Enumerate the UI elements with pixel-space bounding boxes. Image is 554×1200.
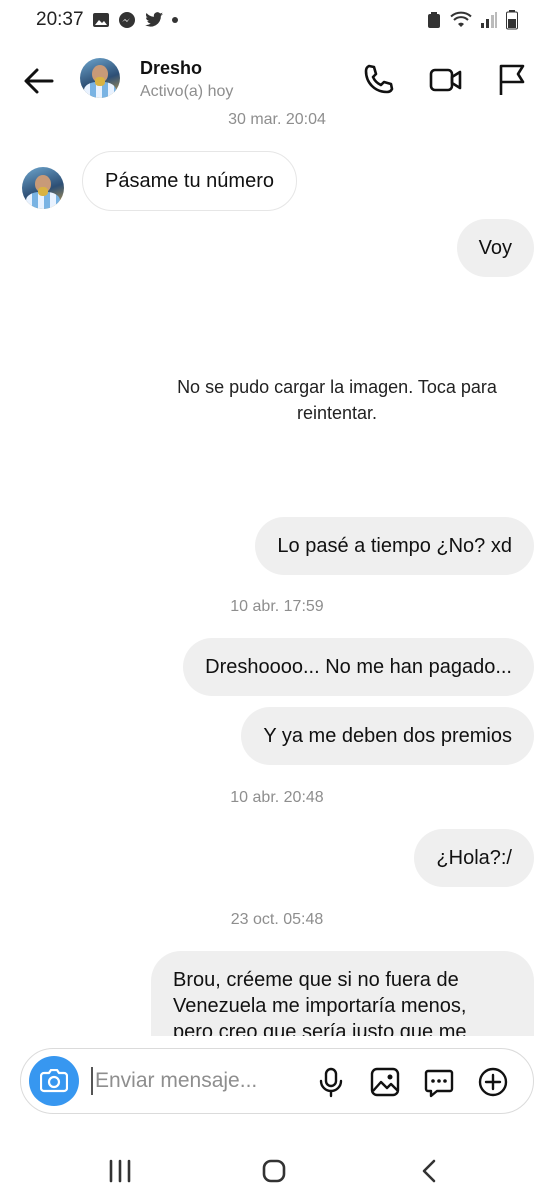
message-bubble-outgoing[interactable]: Voy [456, 219, 534, 277]
message-timestamp: 30 mar. 20:04 [228, 111, 326, 128]
back-nav-icon[interactable] [413, 1154, 447, 1188]
contact-status: Activo(a) hoy [140, 83, 234, 100]
microphone-icon[interactable] [315, 1066, 347, 1098]
notification-dot-icon [171, 17, 178, 23]
flag-icon[interactable] [494, 62, 530, 98]
camera-button[interactable] [29, 1056, 79, 1106]
recycle-icon [428, 12, 440, 28]
message-timestamp: 10 abr. 17:59 [230, 598, 324, 615]
add-icon[interactable] [477, 1066, 509, 1098]
back-arrow-icon[interactable] [22, 64, 56, 98]
message-list-clip: Brou, créeme que si no fuera de Venezuel… [0, 944, 554, 1036]
system-nav-bar [0, 1140, 554, 1200]
contact-avatar[interactable] [80, 58, 120, 98]
sender-avatar[interactable] [22, 167, 64, 209]
chat-header: Dresho Activo(a) hoy [0, 44, 554, 116]
message-timestamp: 10 abr. 20:48 [230, 789, 324, 806]
gallery-icon[interactable] [369, 1066, 401, 1098]
message-bubble-outgoing[interactable]: Lo pasé a tiempo ¿No? xd [255, 517, 534, 575]
message-bubble-incoming[interactable]: Pásame tu número [82, 151, 297, 211]
gallery-icon [92, 13, 109, 27]
twitter-icon [144, 12, 163, 27]
message-bubble-outgoing[interactable]: Dreshoooo... No me han pagado... [183, 638, 534, 696]
message-composer: Enviar mensaje... [20, 1048, 534, 1114]
contact-name[interactable]: Dresho [140, 58, 202, 79]
message-input[interactable]: Enviar mensaje... [91, 1067, 257, 1095]
message-bubble-outgoing[interactable]: Y ya me deben dos premios [241, 707, 534, 765]
messenger-icon [118, 12, 135, 28]
message-timestamp: 23 oct. 05:48 [230, 911, 324, 928]
video-call-icon[interactable] [428, 62, 464, 98]
status-bar: 20:37 [0, 0, 554, 40]
message-bubble-outgoing[interactable]: ¿Hola?:/ [414, 829, 534, 887]
signal-icon [481, 12, 497, 28]
camera-icon [40, 1069, 68, 1093]
recent-apps-icon[interactable] [103, 1154, 137, 1188]
status-time: 20:37 [36, 9, 84, 30]
image-load-error[interactable]: No se pudo cargar la imagen. Toca para r… [140, 374, 534, 426]
message-bubble-outgoing[interactable]: Brou, créeme que si no fuera de Venezuel… [151, 951, 534, 1036]
battery-icon [506, 10, 518, 30]
sticker-chat-icon[interactable] [423, 1066, 455, 1098]
wifi-icon [450, 11, 472, 27]
home-icon[interactable] [257, 1154, 291, 1188]
phone-icon[interactable] [360, 62, 396, 98]
